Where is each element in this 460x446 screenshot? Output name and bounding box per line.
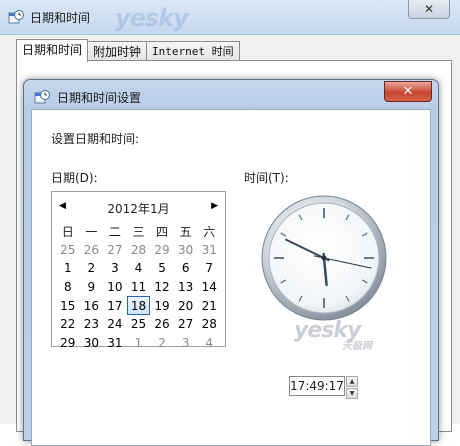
calendar-day[interactable]: 17 — [103, 296, 127, 315]
calendar-day[interactable]: 3 — [174, 334, 198, 353]
calendar-day[interactable]: 27 — [103, 241, 127, 260]
calendar-day[interactable]: 31 — [103, 334, 127, 353]
dialog-client-area: 设置日期和时间: 日期(D): 时间(T): ◀ 2012年1月 ▶ 日 一 二… — [31, 109, 431, 446]
calendar-day[interactable]: 13 — [174, 278, 198, 297]
calendar-day[interactable]: 29 — [56, 334, 80, 353]
weekday-header: 二 — [108, 224, 121, 239]
weekday-header: 四 — [156, 224, 169, 239]
calendar-day[interactable]: 2 — [150, 334, 174, 353]
calendar-day[interactable]: 16 — [80, 296, 104, 315]
tab-additional-clocks[interactable]: 附加时钟 — [87, 41, 148, 62]
calendar-day[interactable]: 4 — [197, 334, 221, 353]
calendar-day[interactable]: 31 — [197, 241, 221, 260]
watermark: yesky 天极网 — [294, 318, 414, 352]
tab-strip: 日期和时间 附加时钟 Internet 时间 — [16, 39, 240, 62]
weekday-header: 五 — [179, 224, 192, 239]
calendar-day[interactable]: 9 — [80, 278, 104, 297]
date-time-icon — [34, 90, 50, 104]
date-label: 日期(D): — [51, 171, 98, 185]
calendar-day[interactable]: 12 — [150, 278, 174, 297]
calendar-day[interactable]: 1 — [127, 334, 151, 353]
clock-center — [321, 255, 327, 261]
calendar: ◀ 2012年1月 ▶ 日 一 二 三 四 五 六 25 26 27 28 29… — [51, 191, 226, 350]
calendar-day[interactable]: 28 — [127, 241, 151, 260]
watermark-brand-cn: 天极网 — [342, 341, 372, 352]
weekday-header: 三 — [132, 224, 145, 239]
calendar-day[interactable]: 4 — [127, 259, 151, 278]
calendar-day[interactable]: 3 — [103, 259, 127, 278]
dialog-title: 日期和时间设置 — [57, 91, 142, 105]
calendar-day[interactable]: 30 — [174, 241, 198, 260]
spin-down-button[interactable]: ▼ — [346, 388, 358, 399]
calendar-day[interactable]: 6 — [174, 259, 198, 278]
date-time-icon — [8, 10, 24, 24]
weekday-header: 六 — [203, 224, 216, 239]
instruction-text: 设置日期和时间: — [51, 132, 140, 146]
time-spinner[interactable]: ▲ ▼ — [346, 376, 358, 399]
calendar-day[interactable]: 30 — [80, 334, 104, 353]
calendar-day[interactable]: 11 — [127, 278, 151, 297]
calendar-day[interactable]: 26 — [80, 241, 104, 260]
date-time-settings-dialog: 日期和时间设置 ✕ 设置日期和时间: 日期(D): 时间(T): ◀ 2012年… — [23, 79, 439, 446]
calendar-day[interactable]: 27 — [174, 315, 198, 334]
watermark-top: yesky — [115, 4, 189, 32]
time-input[interactable]: 17:49:17 — [289, 376, 345, 396]
calendar-day[interactable]: 21 — [197, 296, 221, 315]
spin-up-button[interactable]: ▲ — [346, 376, 358, 387]
tab-internet-time[interactable]: Internet 时间 — [146, 41, 240, 62]
analog-clock — [261, 195, 387, 321]
calendar-day[interactable]: 25 — [56, 241, 80, 260]
calendar-day[interactable]: 2 — [80, 259, 104, 278]
outer-window-title: 日期和时间 — [30, 11, 91, 25]
dialog-close-button[interactable]: ✕ — [384, 81, 432, 102]
calendar-day[interactable]: 22 — [56, 315, 80, 334]
weekday-header: 日 — [61, 224, 74, 239]
calendar-day[interactable]: 10 — [103, 278, 127, 297]
calendar-day[interactable]: 14 — [197, 278, 221, 297]
outer-close-button[interactable]: ✕ — [408, 0, 450, 19]
calendar-day[interactable]: 28 — [197, 315, 221, 334]
weekday-header: 一 — [85, 224, 98, 239]
calendar-day[interactable]: 15 — [56, 296, 80, 315]
next-month-button[interactable]: ▶ — [211, 201, 218, 211]
calendar-day[interactable]: 7 — [197, 259, 221, 278]
calendar-day[interactable]: 23 — [80, 315, 104, 334]
close-icon: ✕ — [423, 2, 435, 16]
calendar-day[interactable]: 24 — [103, 315, 127, 334]
calendar-day[interactable]: 25 — [127, 315, 151, 334]
calendar-day[interactable]: 20 — [174, 296, 198, 315]
calendar-day[interactable]: 29 — [150, 241, 174, 260]
calendar-day[interactable]: 19 — [150, 296, 174, 315]
calendar-day[interactable]: 8 — [56, 278, 80, 297]
calendar-day-selected[interactable]: 18 — [126, 296, 151, 315]
outer-window-titlebar: 日期和时间 yesky ✕ — [0, 0, 460, 35]
calendar-day[interactable]: 5 — [150, 259, 174, 278]
tab-date-time[interactable]: 日期和时间 — [16, 39, 89, 62]
time-label: 时间(T): — [244, 171, 289, 185]
calendar-month-title[interactable]: 2012年1月 — [52, 200, 225, 217]
calendar-grid: 日 一 二 三 四 五 六 25 26 27 28 29 30 31 1 2 3… — [56, 222, 221, 352]
calendar-day[interactable]: 1 — [56, 259, 80, 278]
calendar-day[interactable]: 26 — [150, 315, 174, 334]
close-icon: ✕ — [402, 84, 414, 99]
